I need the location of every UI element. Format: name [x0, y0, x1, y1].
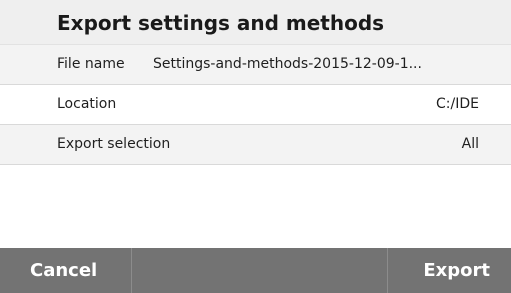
location-row[interactable]: Location C:/IDE — [0, 85, 511, 125]
file-name-value: Settings-and-methods-2015-12-09-1... — [153, 56, 422, 72]
file-name-label: File name — [57, 56, 125, 72]
cancel-button[interactable]: Cancel — [0, 248, 132, 293]
button-bar-spacer — [133, 248, 388, 293]
export-selection-label: Export selection — [57, 136, 171, 152]
export-selection-value: All — [461, 136, 479, 152]
file-name-row[interactable]: File name Settings-and-methods-2015-12-0… — [0, 45, 511, 85]
export-button[interactable]: Export — [389, 248, 511, 293]
location-label: Location — [57, 96, 117, 112]
export-selection-row[interactable]: Export selection All — [0, 125, 511, 165]
location-value: C:/IDE — [436, 96, 479, 112]
title-bar: Export settings and methods — [0, 0, 511, 45]
dialog-title: Export settings and methods — [57, 11, 385, 35]
button-bar: Cancel Export — [0, 248, 511, 293]
export-settings-dialog: Export settings and methods File name Se… — [0, 0, 511, 293]
